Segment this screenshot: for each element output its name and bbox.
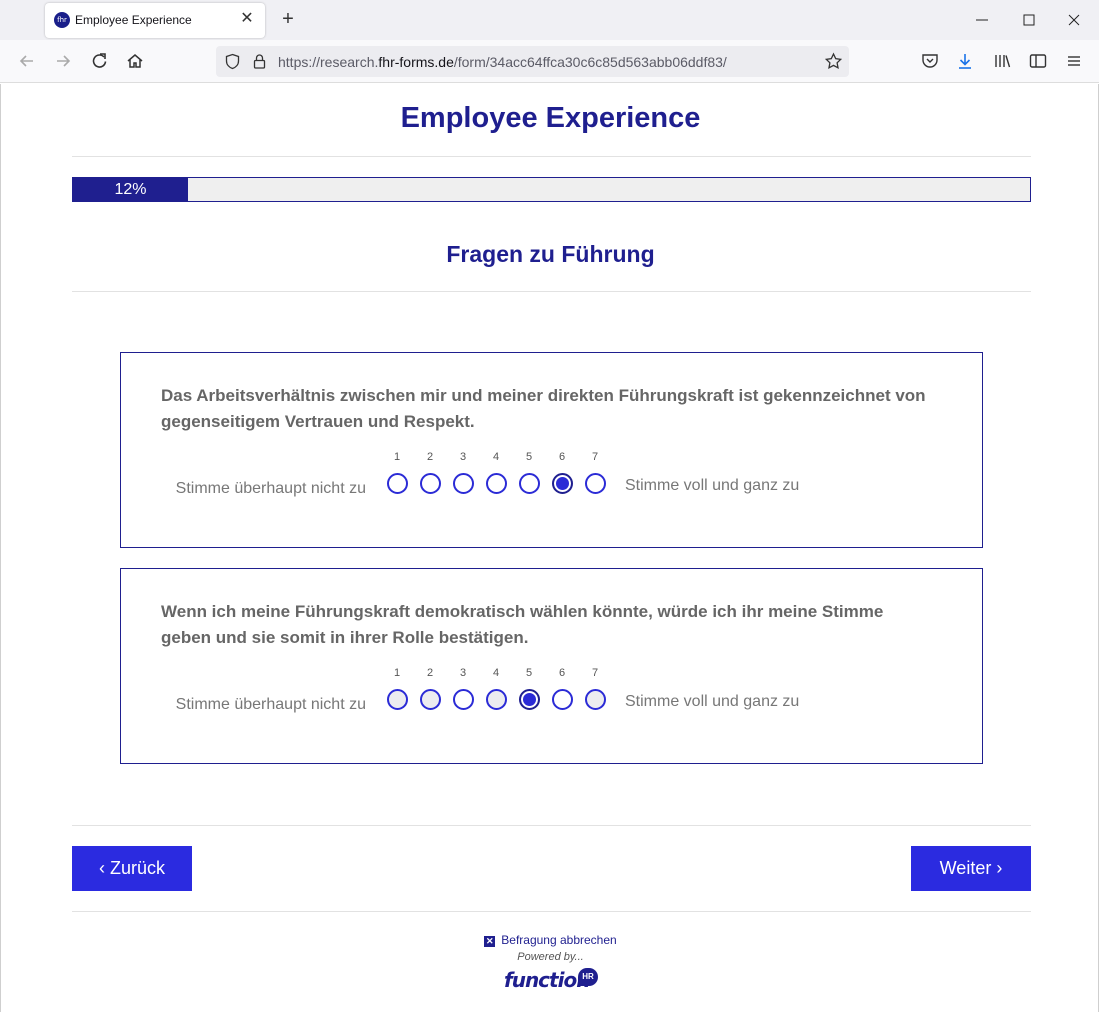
next-button[interactable]: Weiter › <box>911 846 1031 891</box>
radio-button[interactable] <box>386 473 408 494</box>
option-number: 7 <box>591 451 599 463</box>
option-6[interactable]: 6 <box>549 449 575 494</box>
window-close-icon[interactable] <box>1062 8 1086 32</box>
option-number: 6 <box>558 667 566 679</box>
cancel-survey-label: Befragung abbrechen <box>501 933 617 947</box>
menu-icon[interactable] <box>1064 51 1084 71</box>
download-icon[interactable] <box>955 51 975 71</box>
logo-text: function <box>504 968 590 992</box>
back-button-label: Zurück <box>110 858 166 878</box>
chevron-right-icon: › <box>996 858 1003 878</box>
radio-button[interactable] <box>485 689 507 710</box>
progress-label: 12% <box>114 181 147 198</box>
reload-icon[interactable] <box>88 50 110 72</box>
radio-button[interactable] <box>485 473 507 494</box>
radio-button[interactable] <box>518 473 540 494</box>
option-4[interactable]: 4 <box>483 449 509 494</box>
option-number: 7 <box>591 667 599 679</box>
url-text: https://research.fhr-forms.de/form/34acc… <box>278 54 727 70</box>
back-button[interactable]: ‹ Zurück <box>72 846 192 891</box>
option-number: 6 <box>558 451 566 463</box>
new-tab-icon[interactable]: + <box>277 8 299 30</box>
radio-button[interactable] <box>551 689 573 710</box>
question-text: Wenn ich meine Führungskraft demokratisc… <box>161 602 884 647</box>
tab-title: Employee Experience <box>75 13 192 27</box>
option-2[interactable]: 2 <box>417 665 443 710</box>
browser-tab[interactable]: fhr Employee Experience ✕ <box>45 3 265 38</box>
home-icon[interactable] <box>124 50 146 72</box>
option-3[interactable]: 3 <box>450 449 476 494</box>
next-button-label: Weiter <box>939 858 992 878</box>
radio-button[interactable] <box>452 689 474 710</box>
radio-button[interactable] <box>551 473 573 494</box>
option-number: 5 <box>525 667 533 679</box>
question-card: Das Arbeitsverhältnis zwischen mir und m… <box>120 352 983 548</box>
scale-left-label: Stimme überhaupt nicht zu <box>175 696 366 713</box>
option-1[interactable]: 1 <box>384 665 410 710</box>
option-3[interactable]: 3 <box>450 665 476 710</box>
cancel-survey-link[interactable]: ✕ Befragung abbrechen <box>1 933 1099 947</box>
radio-button[interactable] <box>518 689 540 710</box>
radio-button[interactable] <box>452 473 474 494</box>
maximize-icon[interactable] <box>1017 8 1041 32</box>
option-number: 2 <box>426 451 434 463</box>
survey-page: Employee Experience 12% Fragen zu Führun… <box>0 84 1099 1012</box>
option-number: 2 <box>426 667 434 679</box>
browser-nav-bar: https://research.fhr-forms.de/form/34acc… <box>0 40 1099 83</box>
option-2[interactable]: 2 <box>417 449 443 494</box>
scale-right-label: Stimme voll und ganz zu <box>625 477 800 494</box>
progress-bar: 12% <box>72 177 1031 202</box>
logo-badge: HR <box>578 968 598 986</box>
powered-by-text: Powered by... <box>517 951 584 963</box>
option-number: 3 <box>459 451 467 463</box>
browser-tab-bar: fhr Employee Experience ✕ + <box>0 0 1099 40</box>
option-7[interactable]: 7 <box>582 665 608 710</box>
option-number: 4 <box>492 667 500 679</box>
page-title: Employee Experience <box>400 102 701 134</box>
function-hr-logo: function HR <box>504 968 598 994</box>
divider <box>72 291 1031 292</box>
option-5[interactable]: 5 <box>516 665 542 710</box>
favicon-icon: fhr <box>54 12 70 28</box>
radio-button[interactable] <box>386 689 408 710</box>
url-bar[interactable]: https://research.fhr-forms.de/form/34acc… <box>216 46 849 77</box>
option-5[interactable]: 5 <box>516 449 542 494</box>
option-1[interactable]: 1 <box>384 449 410 494</box>
question-text: Das Arbeitsverhältnis zwischen mir und m… <box>161 386 926 431</box>
library-icon[interactable] <box>992 51 1012 71</box>
forward-arrow-icon[interactable] <box>52 50 74 72</box>
chevron-left-icon: ‹ <box>98 858 105 878</box>
minimize-icon[interactable] <box>970 8 994 32</box>
option-6[interactable]: 6 <box>549 665 575 710</box>
option-number: 1 <box>393 451 401 463</box>
option-7[interactable]: 7 <box>582 449 608 494</box>
shield-icon[interactable] <box>224 53 241 70</box>
lock-icon[interactable] <box>251 53 268 70</box>
scale-left-label: Stimme überhaupt nicht zu <box>175 480 366 497</box>
option-number: 1 <box>393 667 401 679</box>
bookmark-star-icon[interactable] <box>824 52 843 71</box>
sidebar-icon[interactable] <box>1028 51 1048 71</box>
option-number: 4 <box>492 451 500 463</box>
divider <box>72 911 1031 912</box>
option-number: 3 <box>459 667 467 679</box>
option-4[interactable]: 4 <box>483 665 509 710</box>
divider <box>72 156 1031 157</box>
section-title: Fragen zu Führung <box>446 241 655 267</box>
radio-button[interactable] <box>419 473 441 494</box>
radio-button[interactable] <box>584 689 606 710</box>
radio-button[interactable] <box>419 689 441 710</box>
scale-right-label: Stimme voll und ganz zu <box>625 693 800 710</box>
question-card: Wenn ich meine Führungskraft demokratisc… <box>120 568 983 764</box>
option-number: 5 <box>525 451 533 463</box>
tab-close-icon[interactable]: ✕ <box>237 9 257 29</box>
divider <box>72 825 1031 826</box>
radio-button[interactable] <box>584 473 606 494</box>
pocket-icon[interactable] <box>920 51 940 71</box>
close-icon: ✕ <box>484 936 496 947</box>
back-arrow-icon[interactable] <box>16 50 38 72</box>
